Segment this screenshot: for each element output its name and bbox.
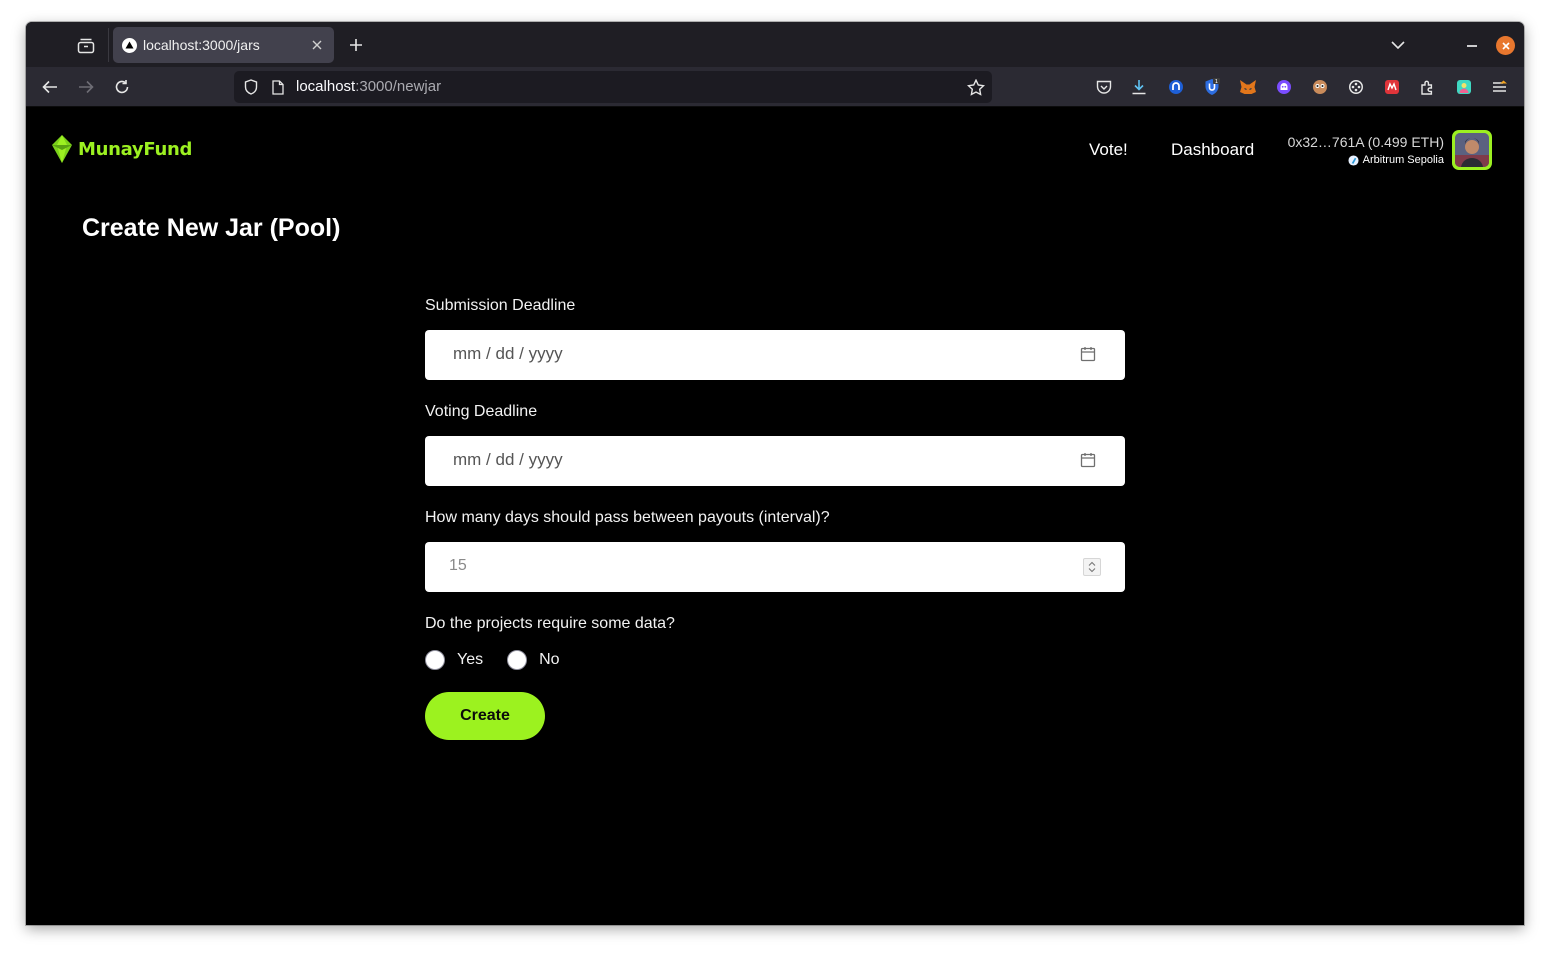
- radio-no-circle[interactable]: [507, 650, 528, 670]
- film-reel-extension-icon[interactable]: [1347, 78, 1365, 96]
- tab-title: localhost:3000/jars: [143, 37, 260, 53]
- radio-yes[interactable]: Yes: [425, 650, 483, 670]
- browser-navbar: localhost:3000/newjar 1: [26, 67, 1524, 107]
- network-name: Arbitrum Sepolia: [1362, 154, 1444, 166]
- new-tab-icon[interactable]: [344, 33, 368, 57]
- window-close-icon[interactable]: [1496, 36, 1515, 55]
- radio-no-label[interactable]: No: [539, 651, 559, 669]
- browser-tab-active[interactable]: localhost:3000/jars: [113, 27, 334, 63]
- submission-deadline-placeholder: mm / dd / yyyy: [453, 344, 563, 363]
- munayfund-logo-icon: [52, 135, 72, 163]
- tab-list-chevron-icon[interactable]: [1386, 34, 1410, 56]
- submission-deadline-input[interactable]: mm / dd / yyyy: [425, 330, 1125, 380]
- interval-number-input[interactable]: 15: [425, 542, 1125, 592]
- url-bar[interactable]: localhost:3000/newjar: [234, 71, 992, 103]
- url-text: localhost:3000/newjar: [296, 78, 441, 95]
- red-extension-icon[interactable]: [1383, 78, 1401, 96]
- page-title: Create New Jar (Pool): [82, 214, 341, 242]
- voting-deadline-placeholder: mm / dd / yyyy: [453, 450, 563, 469]
- brand-name: MunayFund: [78, 138, 193, 160]
- ghost-extension-icon[interactable]: [1275, 78, 1293, 96]
- app-menu-icon[interactable]: [1491, 78, 1509, 96]
- tab-manager-icon[interactable]: [72, 34, 100, 58]
- page-info-icon[interactable]: [270, 78, 286, 96]
- interval-label: How many days should pass between payout…: [425, 509, 830, 526]
- url-path: :3000/newjar: [355, 78, 442, 95]
- pocket-icon[interactable]: [1095, 78, 1113, 96]
- ublock-extension-icon[interactable]: 1: [1203, 78, 1221, 96]
- profile-extension-icon[interactable]: [1455, 78, 1473, 96]
- bookmark-star-icon[interactable]: [967, 78, 985, 96]
- submission-deadline-label: Submission Deadline: [425, 297, 576, 314]
- tab-favicon-icon: [122, 37, 137, 53]
- nav-vote-link[interactable]: Vote!: [1089, 140, 1128, 160]
- nav-dashboard-link[interactable]: Dashboard: [1171, 140, 1254, 160]
- calendar-icon[interactable]: [1079, 451, 1097, 469]
- voting-deadline-label: Voting Deadline: [425, 403, 538, 420]
- voting-deadline-input[interactable]: mm / dd / yyyy: [425, 436, 1125, 486]
- minimize-icon[interactable]: [1462, 35, 1482, 55]
- data-required-radio-group: Yes No: [425, 650, 584, 670]
- downloads-icon[interactable]: [1130, 78, 1148, 96]
- munayfund-logo[interactable]: MunayFund: [50, 134, 192, 164]
- avatar[interactable]: [1452, 130, 1492, 170]
- back-arrow-icon[interactable]: [38, 75, 62, 99]
- reload-icon[interactable]: [110, 75, 134, 99]
- forward-arrow-icon[interactable]: [74, 75, 98, 99]
- url-host: localhost: [296, 78, 356, 95]
- vpn-extension-icon[interactable]: [1167, 78, 1185, 96]
- interval-value: 15: [449, 557, 467, 574]
- browser-window: localhost:3000/jars localhost:3000/newja…: [26, 22, 1524, 925]
- wallet-network[interactable]: Arbitrum Sepolia: [1348, 154, 1444, 166]
- arbitrum-icon: [1348, 154, 1359, 166]
- wallet-address[interactable]: 0x32…761A (0.499 ETH): [1288, 134, 1444, 150]
- tracking-shield-icon[interactable]: [242, 78, 260, 96]
- radio-no[interactable]: No: [507, 650, 560, 670]
- data-required-label: Do the projects require some data?: [425, 615, 675, 632]
- page-content: MunayFund Vote! Dashboard 0x32…761A (0.4…: [26, 108, 1524, 925]
- metamask-fox-icon[interactable]: [1239, 78, 1257, 96]
- avatar-image: [1455, 133, 1489, 167]
- radio-yes-label[interactable]: Yes: [457, 651, 483, 669]
- extensions-puzzle-icon[interactable]: [1419, 78, 1437, 96]
- number-spinner[interactable]: [1083, 558, 1101, 576]
- calendar-icon[interactable]: [1079, 345, 1097, 363]
- spinner-arrows-icon[interactable]: [1088, 561, 1096, 573]
- tab-separator: [108, 28, 109, 62]
- svg-text:1: 1: [1215, 79, 1218, 85]
- tab-close-icon[interactable]: [308, 36, 326, 54]
- radio-yes-circle[interactable]: [425, 650, 445, 670]
- face-extension-icon[interactable]: [1311, 78, 1329, 96]
- create-button[interactable]: Create: [425, 692, 545, 740]
- tab-strip: localhost:3000/jars: [26, 22, 1524, 67]
